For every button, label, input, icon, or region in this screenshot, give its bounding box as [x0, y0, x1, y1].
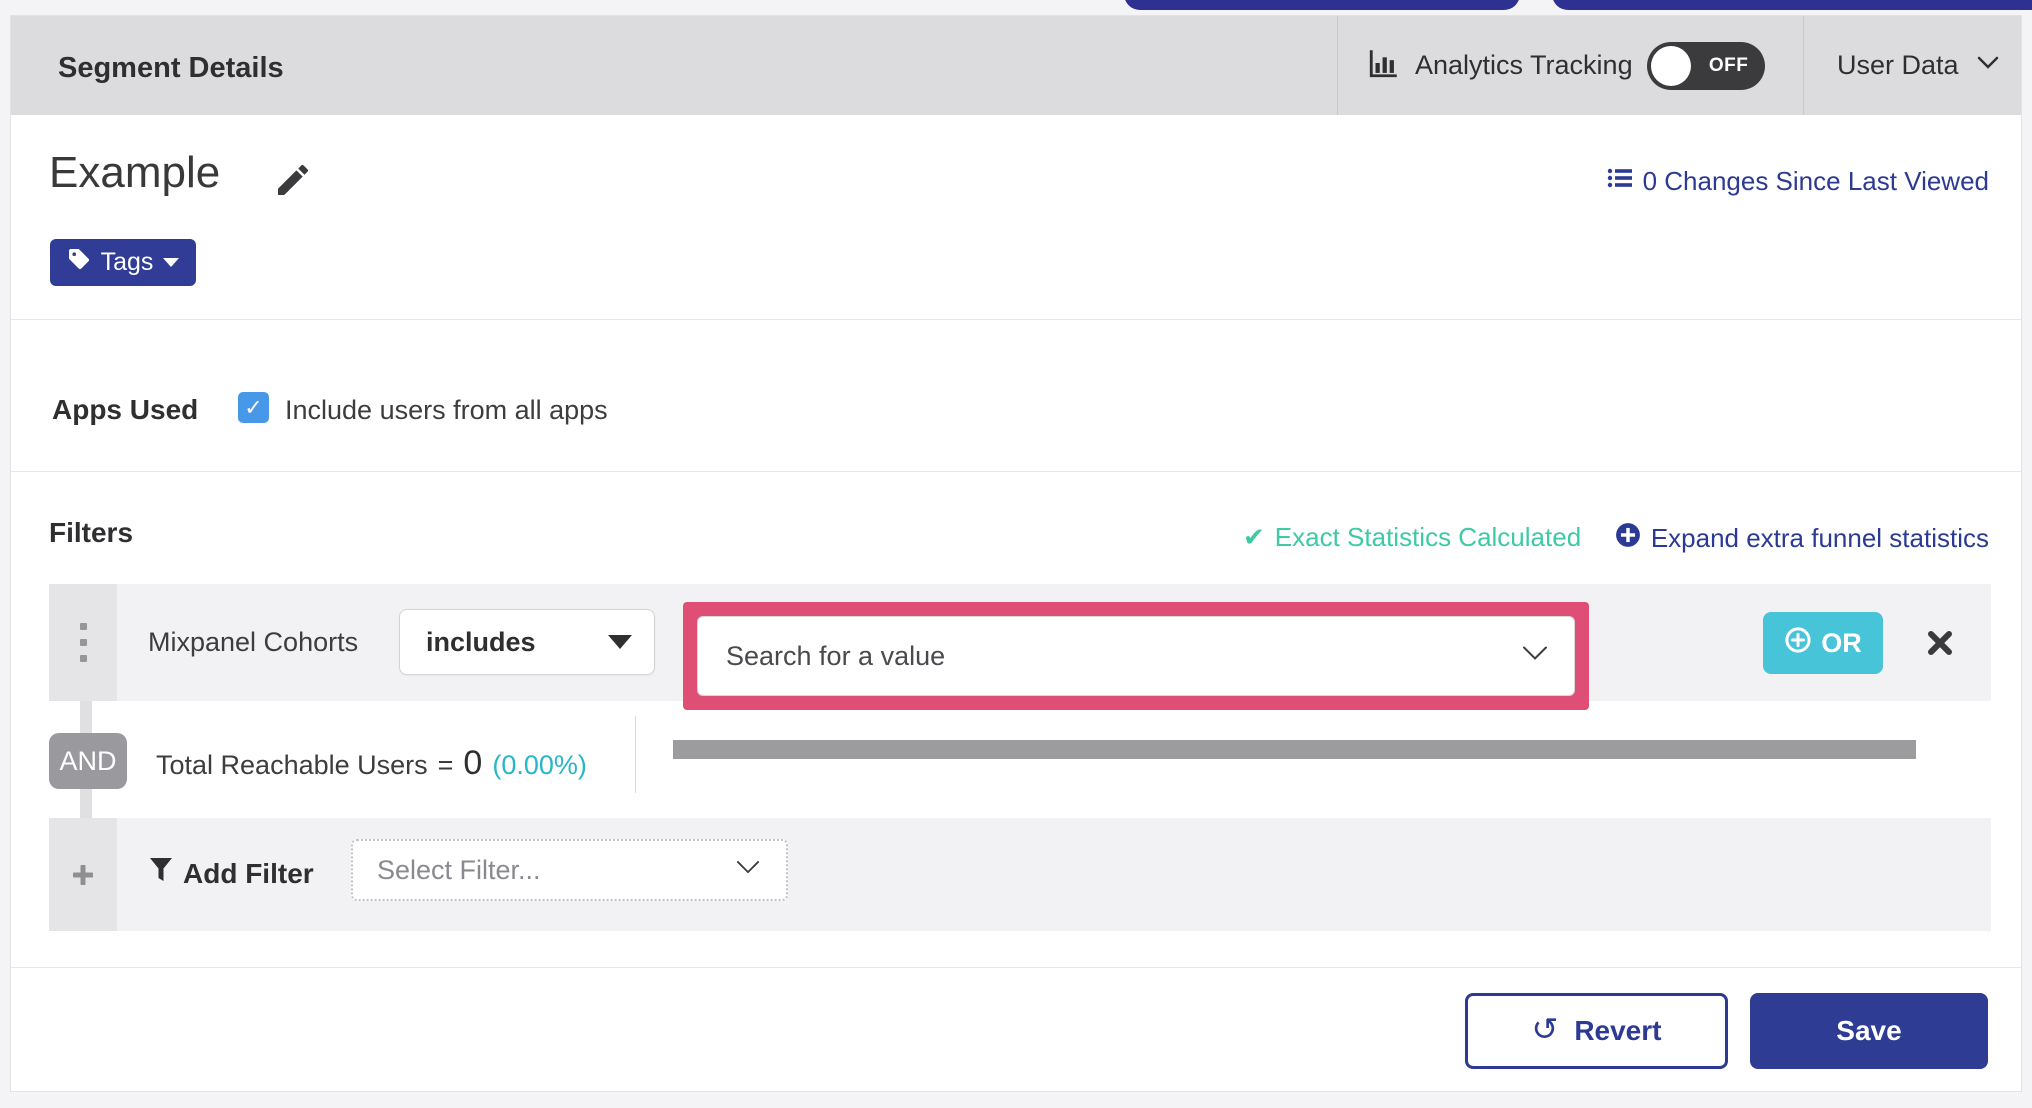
- drag-dot: [79, 639, 87, 646]
- reachable-progress-bar: [673, 740, 1916, 759]
- analytics-tracking-toggle[interactable]: OFF: [1646, 41, 1765, 90]
- segment-name: Example: [49, 148, 221, 197]
- tag-icon: [67, 247, 91, 278]
- drag-handle[interactable]: [49, 584, 117, 701]
- topbar-divider: [1337, 16, 1338, 115]
- reachable-label: Total Reachable Users: [156, 750, 428, 780]
- operator-value: includes: [426, 626, 536, 657]
- bar-chart-icon: [1367, 46, 1401, 85]
- include-all-apps-checkbox[interactable]: ✓: [238, 392, 269, 423]
- include-all-apps-label: Include users from all apps: [285, 395, 608, 425]
- chevron-down-icon: [1977, 56, 1999, 75]
- filters-title: Filters: [49, 517, 134, 548]
- drag-dot: [79, 655, 87, 662]
- add-filter-label: Add Filter: [183, 857, 314, 889]
- operator-select[interactable]: includes: [399, 609, 655, 675]
- save-button[interactable]: Save: [1750, 993, 1988, 1069]
- segment-details-page: Segment Details Analytics Tracking OFF U…: [0, 0, 2032, 1108]
- drag-dot: [79, 623, 87, 630]
- changes-link-label: 0 Changes Since Last Viewed: [1642, 166, 1989, 196]
- add-filter-label-group: Add Filter: [149, 857, 314, 890]
- caret-down-icon: [163, 258, 180, 267]
- plus-icon: [73, 864, 93, 885]
- undo-icon: ↺: [1531, 1011, 1559, 1047]
- toggle-knob: [1650, 45, 1691, 86]
- funnel-icon: [149, 857, 173, 890]
- select-filter-placeholder: Select Filter...: [377, 854, 541, 885]
- value-select-placeholder: Search for a value: [726, 640, 946, 671]
- edit-pencil-icon[interactable]: [273, 160, 313, 205]
- or-button-label: OR: [1821, 627, 1862, 658]
- top-cutoff-button-right[interactable]: [1552, 0, 2032, 10]
- user-data-dropdown[interactable]: User Data: [1837, 16, 1999, 115]
- revert-button[interactable]: ↺ Revert: [1465, 993, 1728, 1069]
- filter-row: Mixpanel Cohorts includes Search for a v…: [49, 584, 1991, 710]
- reachable-percent: (0.00%): [492, 750, 587, 780]
- filter-name: Mixpanel Cohorts: [148, 627, 359, 657]
- save-button-label: Save: [1836, 1015, 1902, 1046]
- reachable-equals: =: [437, 750, 454, 780]
- chevron-down-icon: [736, 860, 760, 880]
- and-badge: AND: [49, 733, 127, 789]
- remove-filter-icon[interactable]: [1925, 628, 1955, 658]
- toggle-state-label: OFF: [1708, 54, 1749, 76]
- top-cutoff-button-left[interactable]: [1124, 0, 1520, 10]
- change-list-icon: [1607, 166, 1633, 197]
- revert-button-label: Revert: [1574, 1015, 1662, 1046]
- add-filter-row: Add Filter Select Filter...: [49, 818, 1991, 931]
- tags-label: Tags: [100, 248, 154, 276]
- section-divider: [11, 967, 2021, 968]
- select-filter-dropdown[interactable]: Select Filter...: [351, 839, 788, 901]
- section-divider: [11, 471, 2021, 472]
- segment-details-card: Segment Details Analytics Tracking OFF U…: [10, 15, 2022, 1092]
- page-title: Segment Details: [58, 52, 284, 84]
- analytics-tracking-label: Analytics Tracking: [1415, 50, 1633, 80]
- plus-circle-icon: [1615, 522, 1641, 555]
- expand-funnel-statistics-link[interactable]: Expand extra funnel statistics: [1615, 522, 1989, 555]
- add-filter-plus-button[interactable]: [49, 818, 117, 931]
- chevron-down-icon: [1522, 646, 1548, 667]
- reachable-divider: [635, 716, 636, 793]
- topbar: Segment Details Analytics Tracking OFF U…: [11, 16, 2021, 115]
- tags-dropdown-button[interactable]: Tags: [50, 239, 196, 286]
- value-select-highlight: Search for a value: [683, 602, 1589, 710]
- expand-link-label: Expand extra funnel statistics: [1650, 523, 1989, 553]
- caret-down-icon: [608, 635, 632, 649]
- user-data-label: User Data: [1837, 50, 1959, 80]
- changes-since-last-viewed-link[interactable]: 0 Changes Since Last Viewed: [1607, 166, 1989, 197]
- topbar-divider: [1803, 16, 1804, 115]
- exact-statistics-status: ✔ Exact Statistics Calculated: [1243, 522, 1581, 553]
- section-divider: [11, 319, 2021, 320]
- check-icon: ✔: [1243, 522, 1265, 552]
- total-reachable-users: Total Reachable Users = 0 (0.00%): [156, 744, 587, 783]
- apps-used-label: Apps Used: [52, 394, 199, 425]
- plus-circle-icon: [1784, 626, 1812, 661]
- add-or-condition-button[interactable]: OR: [1763, 612, 1883, 674]
- filter-block: Mixpanel Cohorts includes Search for a v…: [49, 584, 1991, 931]
- reachable-value: 0: [463, 744, 483, 782]
- value-search-select[interactable]: Search for a value: [697, 616, 1575, 696]
- analytics-tracking-group: Analytics Tracking OFF: [1367, 16, 1765, 115]
- exact-statistics-label: Exact Statistics Calculated: [1274, 522, 1582, 552]
